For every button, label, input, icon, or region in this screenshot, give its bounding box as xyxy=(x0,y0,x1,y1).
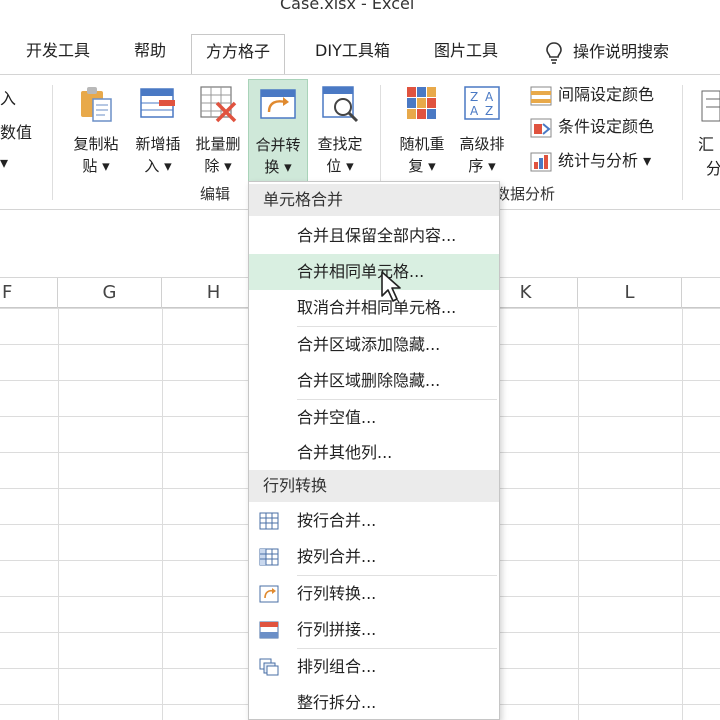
clipped-right-icon xyxy=(701,90,720,122)
permutation-icon xyxy=(259,658,279,676)
grid-column-line xyxy=(162,308,163,720)
random-repeat-icon xyxy=(407,87,436,119)
condition-color-label: 条件设定颜色 xyxy=(558,117,655,136)
svg-text:Z: Z xyxy=(470,90,478,104)
batch-delete-icon xyxy=(200,86,237,123)
menu-item-merge-by-column[interactable]: 按列合并... xyxy=(249,539,499,575)
advanced-sort-label-1: 高级排 xyxy=(459,135,505,153)
window-title: Case.xlsx - Excel xyxy=(280,0,415,13)
row-column-join-icon xyxy=(259,621,279,639)
interval-color-label: 间隔设定颜色 xyxy=(558,85,655,104)
menu-item-merge-empty[interactable]: 合并空值... xyxy=(249,400,499,436)
find-locate-label-1: 查找定 xyxy=(317,135,363,153)
insert-button[interactable]: 新增插 入 ▾ xyxy=(128,83,188,183)
clipped-right-label-bottom: 分 xyxy=(706,159,720,178)
group-label-data-analysis: 数据分析 xyxy=(495,185,556,203)
menu-item-merge-keep-all[interactable]: 合并且保留全部内容... xyxy=(249,218,499,254)
menu-item-label: 按行合并... xyxy=(297,511,377,530)
svg-text:A: A xyxy=(485,90,494,104)
tab-developer-tools[interactable]: 开发工具 xyxy=(26,38,90,74)
menu-item-merge-area-add-hidden[interactable]: 合并区域添加隐藏... xyxy=(249,327,499,363)
condition-color-button[interactable]: 条件设定颜色 xyxy=(530,113,654,141)
svg-text:Z: Z xyxy=(485,104,493,118)
grid-column-line xyxy=(682,308,683,720)
tab-diy-toolbox[interactable]: DIY工具箱 xyxy=(315,38,390,74)
row-merge-icon xyxy=(259,512,279,530)
column-header[interactable]: F xyxy=(0,278,58,308)
batch-delete-button[interactable]: 批量删 除 ▾ xyxy=(188,83,248,183)
merge-convert-dropdown: 单元格合并 合并且保留全部内容... 合并相同单元格... 取消合并相同单元格.… xyxy=(248,181,500,720)
advanced-sort-label-2: 序 ▾ xyxy=(468,157,496,175)
menu-item-split-rows[interactable]: 整行拆分... xyxy=(249,685,499,720)
mouse-cursor-icon xyxy=(381,271,401,302)
merge-convert-label-1: 合并转 xyxy=(255,136,301,154)
statistics-analysis-label: 统计与分析 ▾ xyxy=(558,151,652,170)
merge-convert-label-2: 换 ▾ xyxy=(264,158,292,176)
excel-window: Case.xlsx - Excel 开发工具 帮助 方方格子 DIY工具箱 图片… xyxy=(0,0,720,720)
menu-item-merge-same-cells[interactable]: 合并相同单元格... xyxy=(249,254,499,290)
clipped-button-label-top: 入 xyxy=(0,89,17,108)
clipped-button-label-bottom: 数值 xyxy=(0,123,33,142)
menu-item-label: 行列拼接... xyxy=(297,620,377,639)
clipped-right-label-top: 汇 xyxy=(698,135,715,154)
insert-icon xyxy=(140,88,175,118)
menu-item-transpose[interactable]: 行列转换... xyxy=(249,576,499,612)
copy-paste-label-1: 复制粘 xyxy=(73,135,119,153)
condition-color-icon xyxy=(530,118,552,137)
interval-color-icon xyxy=(530,86,552,105)
merge-convert-button[interactable]: 合并转 换 ▾ xyxy=(248,79,308,185)
column-header[interactable]: G xyxy=(58,278,162,308)
advanced-sort-icon: Z A A Z xyxy=(464,86,500,120)
insert-label-2: 入 ▾ xyxy=(144,157,172,175)
random-repeat-label-1: 随机重 xyxy=(399,135,445,153)
find-locate-icon xyxy=(322,86,359,123)
clipped-dropdown-arrow: ▾ xyxy=(0,153,9,172)
group-separator xyxy=(682,85,683,200)
menu-item-unmerge-same-cells[interactable]: 取消合并相同单元格... xyxy=(249,290,499,326)
help-search[interactable]: 操作说明搜索 xyxy=(545,38,669,66)
copy-paste-icon xyxy=(81,87,112,122)
menu-item-label: 排列组合... xyxy=(297,657,377,676)
title-bar: Case.xlsx - Excel xyxy=(0,0,720,30)
section-header-row-column-convert: 行列转换 xyxy=(249,470,499,502)
advanced-sort-button[interactable]: Z A A Z 高级排 序 ▾ xyxy=(452,83,512,183)
copy-paste-button[interactable]: 复制粘 贴 ▾ xyxy=(66,83,126,183)
svg-text:A: A xyxy=(470,104,479,118)
menu-item-row-column-join[interactable]: 行列拼接... xyxy=(249,612,499,648)
group-label-edit: 编辑 xyxy=(200,185,231,203)
tab-fangfang-gezi[interactable]: 方方格子 xyxy=(191,34,286,75)
copy-paste-label-2: 贴 ▾ xyxy=(82,157,110,175)
menu-item-merge-by-row[interactable]: 按行合并... xyxy=(249,503,499,539)
merge-convert-icon xyxy=(260,89,296,119)
insert-label-1: 新增插 xyxy=(135,135,181,153)
menu-item-label: 行列转换... xyxy=(297,584,377,603)
tab-help[interactable]: 帮助 xyxy=(134,38,166,74)
interval-color-button[interactable]: 间隔设定颜色 xyxy=(530,81,654,109)
column-merge-icon xyxy=(259,548,279,566)
find-locate-label-2: 位 ▾ xyxy=(326,157,354,175)
grid-column-line xyxy=(58,308,59,720)
menu-item-merge-other-columns[interactable]: 合并其他列... xyxy=(249,435,499,471)
statistics-icon xyxy=(530,152,552,171)
statistics-analysis-button[interactable]: 统计与分析 ▾ xyxy=(530,147,651,175)
menu-item-permutation[interactable]: 排列组合... xyxy=(249,649,499,685)
group-separator xyxy=(52,85,53,200)
grid-column-line xyxy=(578,308,579,720)
section-header-cell-merge: 单元格合并 xyxy=(249,184,499,216)
ribbon-tab-bar: 开发工具 帮助 方方格子 DIY工具箱 图片工具 操作说明搜索 xyxy=(0,30,720,75)
menu-item-label: 按列合并... xyxy=(297,547,377,566)
lightbulb-icon xyxy=(546,41,562,64)
column-header[interactable]: L xyxy=(578,278,682,308)
tab-picture-tools[interactable]: 图片工具 xyxy=(434,38,498,74)
random-repeat-label-2: 复 ▾ xyxy=(408,157,436,175)
batch-delete-label-1: 批量删 xyxy=(195,135,241,153)
transpose-icon xyxy=(259,585,279,603)
random-repeat-button[interactable]: 随机重 复 ▾ xyxy=(392,83,452,183)
find-locate-button[interactable]: 查找定 位 ▾ xyxy=(310,83,370,183)
help-search-label: 操作说明搜索 xyxy=(573,42,670,61)
menu-item-merge-area-delete-hidden[interactable]: 合并区域删除隐藏... xyxy=(249,363,499,399)
batch-delete-label-2: 除 ▾ xyxy=(204,157,232,175)
